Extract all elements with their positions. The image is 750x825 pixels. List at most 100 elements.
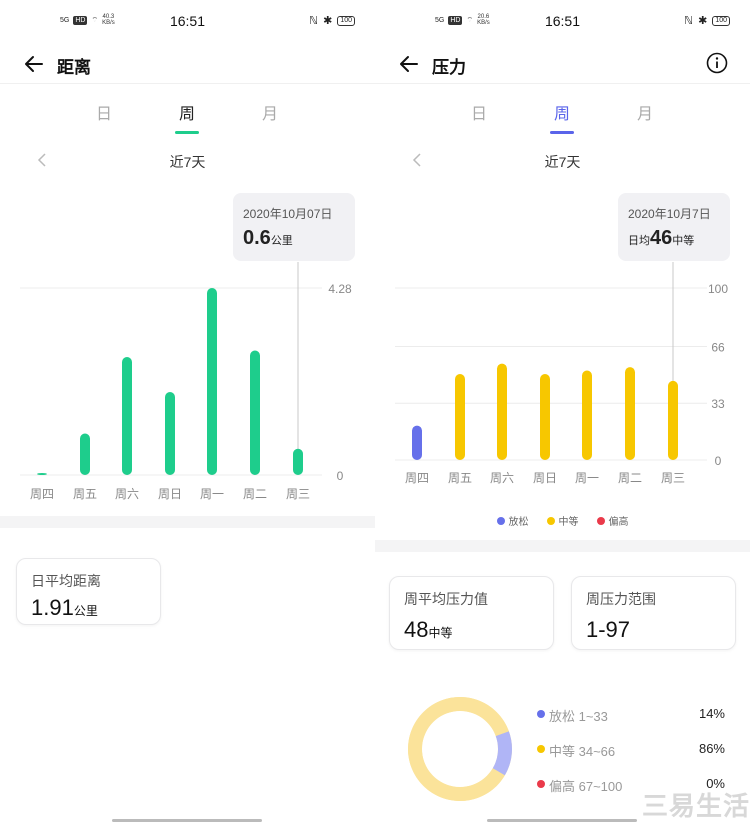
chart-legend: 放松 中等 偏高 [375,513,750,528]
dist-dot [537,745,545,753]
x-tick-label: 周三 [661,471,685,485]
back-arrow-icon[interactable] [397,52,421,76]
x-tick-label: 周二 [243,487,267,501]
distance-panel: 5G HD ⌔ 40.3 KB/s 16:51 ℕ ✱ 100 距离 日 周 月 … [0,0,375,825]
home-indicator[interactable] [112,819,262,822]
x-tick-label: 周五 [448,471,472,485]
card-number: 1.91 [31,595,74,620]
y-tick-label: 66 [711,340,725,354]
bar [293,448,303,475]
status-bar: 5G HD ⌔ 40.3 KB/s 16:51 ℕ ✱ 100 [0,0,375,44]
bar [668,380,678,460]
legend-label: 中等 [558,517,579,528]
x-tick-label: 周三 [286,487,310,501]
legend-dot [546,516,555,525]
period-tabs: 日 周 月 [375,96,750,136]
x-tick-label: 周四 [30,487,54,501]
dist-label: 偏高 67~100 [549,779,623,794]
x-tick-label: 周一 [200,487,224,501]
avg-stress-card: 周平均压力值 48中等 [389,576,554,650]
card-label: 周平均压力值 [404,591,488,607]
nfc-icon: ℕ [684,15,694,27]
legend-item-high: 偏高 [596,513,629,528]
tab-day[interactable]: 日 [84,100,124,124]
legend-item-relax: 放松 [496,513,529,528]
card-unit: 中等 [428,626,453,640]
status-right: ℕ ✱ 100 [309,14,355,27]
card-label: 日平均距离 [31,573,101,589]
x-tick-label: 周六 [490,471,514,485]
info-icon[interactable] [706,52,728,74]
legend-label: 放松 [508,517,529,528]
home-indicator[interactable] [487,819,637,822]
legend-item-moderate: 中等 [546,513,579,528]
range-label: 近7天 [544,154,581,170]
battery-icon: 100 [337,15,355,26]
section-divider [375,540,750,552]
bar [37,473,47,475]
tab-indicator [175,131,199,134]
range-label: 近7天 [169,154,206,170]
dist-dot [537,780,545,788]
card-value: 1.91公里 [31,595,98,621]
watermark-logo: 三易生活 [641,791,750,821]
tab-month[interactable]: 月 [250,100,290,124]
status-bar: 5G HD ⌔ 20.6 KB/s 16:51 ℕ ✱ 100 [375,0,750,44]
dist-label: 放松 1~33 [549,709,608,724]
card-number: 48 [404,617,429,642]
tooltip-number: 0.6 [243,227,271,249]
status-right: ℕ ✱ 100 [684,14,730,27]
dist-label: 中等 34~66 [549,744,616,759]
tooltip-date: 2020年10月07日 [243,207,333,221]
nfc-icon: ℕ [309,15,319,27]
legend-dot [596,516,605,525]
tooltip-unit: 公里 [270,235,293,247]
tab-week[interactable]: 周 [167,100,207,124]
tooltip-number: 46 [650,227,673,249]
bar [207,288,217,475]
x-tick-label: 周四 [405,471,429,485]
tab-week[interactable]: 周 [542,100,582,124]
card-value: 48中等 [404,617,453,643]
y-tick-label: 0 [715,454,722,468]
stress-panel: 5G HD ⌔ 20.6KB/s 16:51 ℕ ✱ 100 压力 日 周 月 [375,0,750,825]
bar [165,391,175,475]
back-arrow-icon[interactable] [22,52,46,76]
x-tick-label: 周六 [115,487,139,501]
x-tick-label: 周日 [533,471,557,485]
card-number: 1-97 [586,617,631,642]
card-unit: 公里 [73,604,98,618]
page-title: 压力 [432,58,466,77]
card-label: 周压力范围 [586,591,656,607]
dist-row-moderate: 中等 34~66 86% [535,740,725,760]
bluetooth-icon: ✱ [323,15,333,27]
tooltip-date: 2020年10月7日 [628,207,711,221]
bar [582,370,592,460]
tab-indicator [550,131,574,134]
battery-icon: 100 [712,15,730,26]
chart-tooltip: 2020年10月7日 日均46中等 [618,193,730,261]
tab-day[interactable]: 日 [459,100,499,124]
bar [412,425,422,460]
dist-percent: 86% [698,741,725,756]
section-divider [0,516,375,528]
tab-month[interactable]: 月 [625,100,665,124]
x-tick-label: 周一 [575,471,599,485]
stress-range-card: 周压力范围 1-97 [571,576,736,650]
page-title: 距离 [57,58,91,77]
bluetooth-icon: ✱ [698,15,708,27]
x-tick-label: 周日 [158,487,182,501]
tooltip-value: 0.6公里 [243,227,293,250]
tooltip-prefix: 日均 [628,235,650,247]
bar [455,374,465,460]
x-tick-label: 周五 [73,487,97,501]
bar [540,374,550,460]
dist-dot [537,710,545,718]
x-tick-label: 周二 [618,471,642,485]
stress-distribution-donut [408,697,512,801]
chart-tooltip: 2020年10月07日 0.6公里 [233,193,355,261]
card-value: 1-97 [586,617,630,643]
tooltip-unit: 中等 [672,235,695,247]
bar [250,350,260,475]
avg-distance-card: 日平均距离 1.91公里 [16,558,161,625]
